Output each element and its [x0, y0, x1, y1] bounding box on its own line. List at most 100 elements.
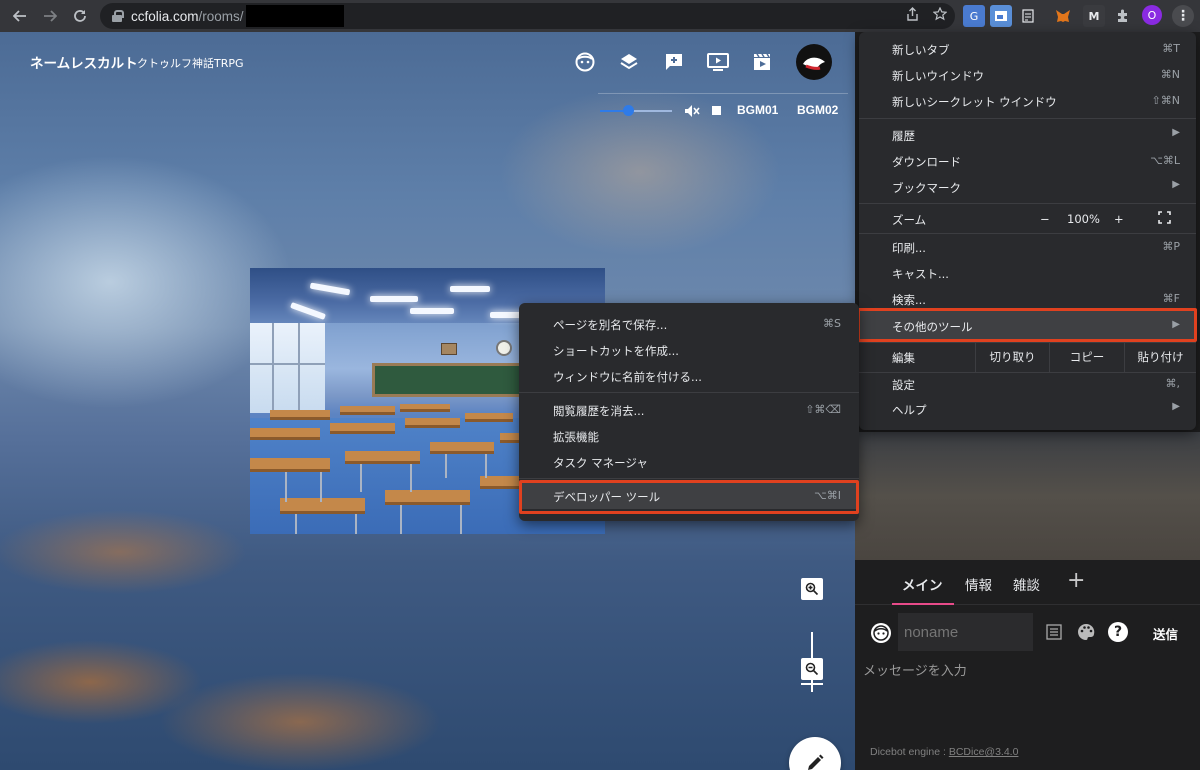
menu-item-settings[interactable]: 設定 ⌘,: [859, 371, 1196, 397]
zoom-plus-button[interactable]: +: [1114, 212, 1124, 226]
menu-label: ウィンドウに名前を付ける...: [553, 370, 702, 384]
profile-avatar[interactable]: O: [1142, 5, 1162, 25]
submenu-item-name-window[interactable]: ウィンドウに名前を付ける...: [519, 363, 859, 389]
cut-button[interactable]: 切り取り: [975, 342, 1049, 372]
character-face-icon[interactable]: [871, 623, 891, 643]
menu-item-print[interactable]: 印刷... ⌘P: [859, 234, 1196, 260]
menu-label: 新しいシークレット ウインドウ: [892, 95, 1057, 109]
menu-item-cast[interactable]: キャスト...: [859, 260, 1196, 286]
menu-item-edit: 編集 切り取り コピー 貼り付け: [859, 342, 1196, 372]
submenu-arrow-icon: ▶: [1172, 127, 1180, 138]
character-name-input[interactable]: [898, 613, 1033, 651]
add-tab-button[interactable]: +: [1067, 568, 1085, 593]
zoom-in-icon[interactable]: [801, 578, 823, 600]
zoom-minus-button[interactable]: −: [1040, 212, 1050, 226]
help-icon[interactable]: ?: [1108, 622, 1128, 642]
chrome-main-menu: 新しいタブ ⌘T 新しいウインドウ ⌘N 新しいシークレット ウインドウ ⇧⌘N…: [859, 32, 1196, 430]
tab-chat[interactable]: 雑談: [1013, 574, 1040, 594]
menu-label: 設定: [892, 378, 915, 392]
menu-label: ショートカットを作成...: [553, 344, 679, 358]
menu-separator: [859, 118, 1196, 119]
menu-shortcut: ⌘N: [1160, 68, 1180, 81]
active-tab-indicator: [892, 603, 954, 605]
menu-shortcut: ⌥⌘L: [1150, 154, 1180, 167]
add-comment-icon[interactable]: [662, 50, 686, 74]
zoom-slider-handle[interactable]: [801, 683, 823, 685]
menu-label: ダウンロード: [892, 155, 961, 169]
menu-item-new-tab[interactable]: 新しいタブ ⌘T: [859, 36, 1196, 62]
address-bar[interactable]: ccfolia.com /rooms/: [100, 3, 955, 29]
menu-separator: [519, 392, 859, 393]
menu-item-new-incognito[interactable]: 新しいシークレット ウインドウ ⇧⌘N: [859, 88, 1196, 114]
puzzle-extensions-icon[interactable]: [1112, 5, 1134, 27]
user-avatar[interactable]: [796, 44, 832, 80]
copy-button[interactable]: コピー: [1049, 342, 1124, 372]
menu-label: 履歴: [892, 129, 915, 143]
developer-tools-highlight-box: [519, 480, 859, 514]
share-icon[interactable]: [906, 7, 919, 25]
menu-item-history[interactable]: 履歴 ▶: [859, 122, 1196, 148]
translate-extension-icon[interactable]: G: [963, 5, 985, 27]
stop-icon[interactable]: [712, 106, 721, 115]
submenu-arrow-icon: ▶: [1172, 179, 1180, 190]
submenu-item-save-as[interactable]: ページを別名で保存... ⌘S: [519, 311, 859, 337]
edit-pencil-button[interactable]: [789, 737, 841, 770]
menu-item-zoom: ズーム − 100% +: [859, 204, 1196, 234]
menu-shortcut: ⌘S: [823, 317, 841, 330]
back-arrow-icon[interactable]: [6, 2, 34, 30]
screenshot-extension-icon[interactable]: [990, 5, 1012, 27]
menu-label: ヘルプ: [892, 403, 927, 417]
menu-label: ブックマーク: [892, 181, 961, 195]
bgm-track-2[interactable]: BGM02: [797, 103, 838, 117]
menu-item-new-window[interactable]: 新しいウインドウ ⌘N: [859, 62, 1196, 88]
m-extension-icon[interactable]: M: [1083, 5, 1105, 27]
submenu-item-task-manager[interactable]: タスク マネージャ: [519, 449, 859, 475]
menu-item-downloads[interactable]: ダウンロード ⌥⌘L: [859, 148, 1196, 174]
volume-slider-knob[interactable]: [623, 105, 635, 116]
menu-label: 閲覧履歴を消去...: [553, 404, 645, 418]
lock-icon: [112, 10, 124, 22]
menu-label: 検索...: [892, 293, 926, 307]
tab-main[interactable]: メイン: [902, 574, 943, 594]
menu-label: 新しいタブ: [892, 43, 950, 57]
tab-info[interactable]: 情報: [965, 574, 992, 594]
zoom-out-icon[interactable]: [801, 658, 823, 680]
more-tools-highlight-box: [857, 308, 1197, 342]
layers-icon[interactable]: [617, 50, 641, 74]
dicebot-engine-label: Dicebot engine : BCDice@3.4.0: [870, 746, 1018, 758]
menu-label: キャスト...: [892, 267, 949, 281]
zoom-level: 100%: [1067, 212, 1100, 226]
bookmark-star-icon[interactable]: [932, 6, 948, 25]
menu-item-bookmarks[interactable]: ブックマーク ▶: [859, 174, 1196, 200]
fullscreen-icon[interactable]: [1158, 211, 1171, 227]
menu-shortcut: ⌘F: [1162, 292, 1180, 305]
bcdice-link[interactable]: BCDice@3.4.0: [949, 746, 1019, 758]
character-face-icon[interactable]: [573, 50, 597, 74]
submenu-item-create-shortcut[interactable]: ショートカットを作成...: [519, 337, 859, 363]
screen-play-icon[interactable]: [706, 50, 730, 74]
menu-separator: [519, 478, 859, 479]
redacted-room-id: [245, 5, 344, 27]
chrome-menu-kebab-icon[interactable]: ⋮: [1172, 5, 1194, 27]
palette-icon[interactable]: [1076, 622, 1096, 642]
menu-shortcut: ⌘T: [1162, 42, 1180, 55]
menu-item-help[interactable]: ヘルプ ▶: [859, 396, 1196, 422]
browser-toolbar: ccfolia.com /rooms/ G M O ⋮: [0, 0, 1200, 32]
send-button[interactable]: 送信: [1153, 624, 1178, 643]
submenu-item-clear-history[interactable]: 閲覧履歴を消去... ⇧⌘⌫: [519, 397, 859, 423]
volume-mute-icon[interactable]: [684, 103, 700, 122]
metamask-fox-icon[interactable]: [1052, 5, 1074, 27]
notes-extension-icon[interactable]: [1017, 5, 1039, 27]
menu-shortcut: ⇧⌘N: [1151, 94, 1180, 107]
message-input[interactable]: メッセージを入力: [863, 660, 967, 679]
paste-button[interactable]: 貼り付け: [1124, 342, 1196, 372]
submenu-item-extensions[interactable]: 拡張機能: [519, 423, 859, 449]
reload-icon[interactable]: [66, 2, 94, 30]
forward-arrow-icon[interactable]: [36, 2, 64, 30]
room-title: ネームレスカルト: [30, 56, 138, 72]
list-icon[interactable]: [1044, 622, 1064, 642]
engine-prefix: Dicebot engine :: [870, 746, 949, 758]
room-subtitle: クトゥルフ神話TRPG: [137, 57, 244, 70]
scene-clapper-icon[interactable]: [750, 50, 774, 74]
bgm-track-1[interactable]: BGM01: [737, 103, 778, 117]
